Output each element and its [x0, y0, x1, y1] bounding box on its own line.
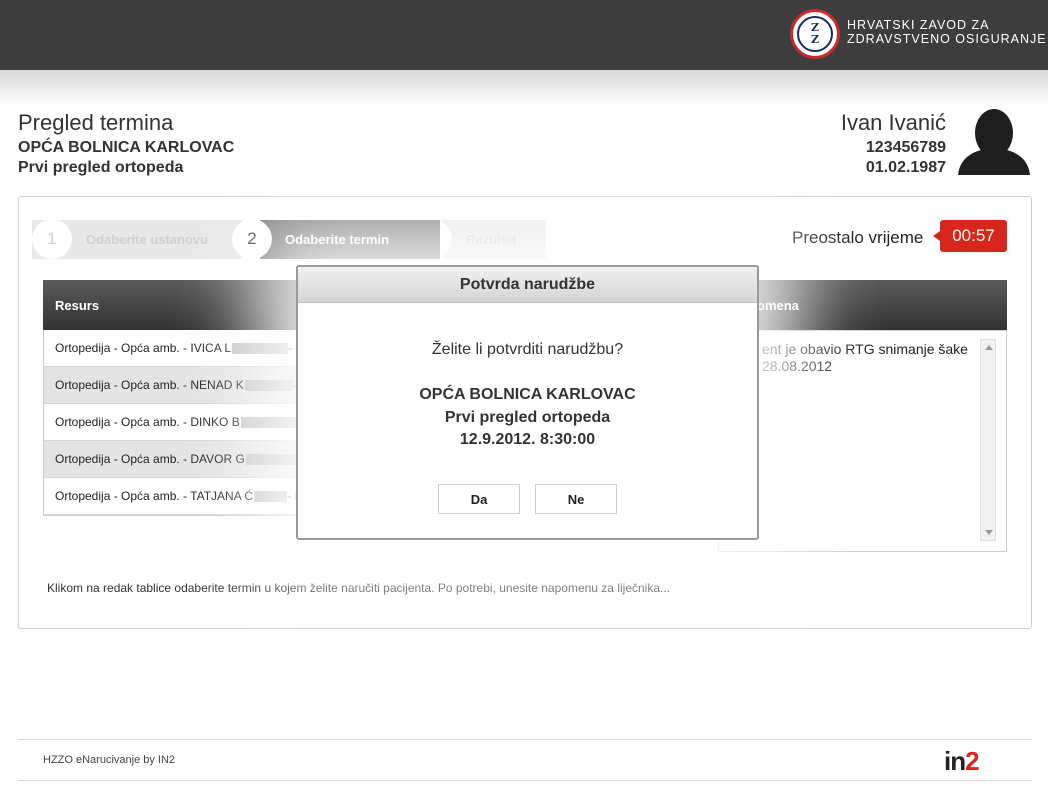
footer-divider-bottom: [18, 780, 1032, 781]
note-scrollbar[interactable]: [980, 339, 996, 541]
dialog-hospital: OPĆA BOLNICA KARLOVAC: [419, 386, 636, 403]
patient-dob: 01.02.1987: [865, 159, 946, 176]
redacted-block: [244, 379, 294, 391]
dialog-title: Potvrda narudžbe: [298, 267, 757, 303]
redacted-block: [232, 342, 289, 354]
step-result: 3 Rezultat: [412, 219, 546, 259]
redacted-block: [240, 416, 297, 428]
scroll-down-arrow-icon[interactable]: [985, 530, 993, 535]
org-name: HRVATSKI ZAVOD ZA ZDRAVSTVENO OSIGURANJE: [847, 18, 1047, 46]
org-name-line1: HRVATSKI ZAVOD ZA: [847, 18, 990, 32]
footer-divider: [18, 739, 1032, 740]
row-text: Ortopedija - Opća amb. - IVICA L: [55, 341, 232, 355]
org-name-line2: ZDRAVSTVENO OSIGURANJE: [847, 32, 1047, 46]
countdown-timer: 00:57: [933, 220, 1007, 252]
confirm-dialog: Potvrda narudžbe Želite li potvrditi nar…: [296, 265, 759, 540]
patient-id: 123456789: [865, 139, 946, 156]
resource-column-header: Resurs: [43, 280, 298, 330]
dialog-question: Želite li potvrditi narudžbu?: [431, 341, 624, 358]
step-number: 1: [32, 219, 72, 259]
row-text: Ortopedija - Opća amb. - DAVOR G: [55, 452, 245, 466]
table-row[interactable]: Ortopedija - Opća amb. - IVICA L -: [44, 330, 298, 367]
table-row[interactable]: Ortopedija - Opća amb. - DAVOR G: [44, 441, 298, 478]
step-label: Odaberite termin: [285, 232, 390, 247]
dialog-datetime: 12.9.2012. 8:30:00: [459, 431, 596, 448]
exam-name: Prvi pregled ortopeda: [18, 159, 184, 176]
scroll-up-arrow-icon[interactable]: [985, 345, 993, 350]
redacted-block: [254, 490, 288, 502]
row-tail: -: [288, 341, 293, 355]
note-text: ent je obavio RTG snimanje šake 28.08.20…: [762, 341, 968, 374]
confirm-no-button[interactable]: Ne: [535, 484, 617, 514]
wizard-steps: 1 Odaberite ustanovu 3 Rezultat 2 Odaber…: [32, 219, 546, 259]
top-bar-shade: [0, 70, 1048, 106]
row-text: Ortopedija - Opća amb. - TATJANA Ć: [55, 489, 254, 503]
table-row[interactable]: Ortopedija - Opća amb. - DINKO B: [44, 404, 298, 441]
confirm-yes-button[interactable]: Da: [438, 484, 520, 514]
row-text: Ortopedija - Opća amb. - DINKO B: [55, 415, 240, 429]
step-label: Rezultat: [466, 232, 517, 247]
instructions-text: Klikom na redak tablice odaberite termin…: [47, 581, 671, 595]
footer-credit: HZZO eNarucivanje by IN2: [43, 754, 176, 766]
in2-logo-in: in: [944, 746, 966, 776]
step-number: 2: [232, 219, 272, 259]
resource-table: Ortopedija - Opća amb. - IVICA L - Ortop…: [43, 330, 298, 516]
table-row[interactable]: Ortopedija - Opća amb. - NENAD K -: [44, 367, 298, 404]
avatar-silhouette-icon: [958, 109, 1030, 175]
step-select-appointment: 2 Odaberite termin: [232, 219, 440, 259]
redacted-block: [245, 453, 298, 465]
page-title: Pregled termina: [18, 110, 174, 135]
row-text: Ortopedija - Opća amb. - NENAD K: [55, 378, 244, 392]
dialog-exam: Prvi pregled ortopeda: [444, 409, 611, 426]
patient-name: Ivan Ivanić: [840, 110, 946, 135]
in2-logo-2: 2: [965, 746, 980, 776]
hzzo-logo: Z Z: [790, 9, 840, 59]
hzzo-logo-emblem: Z Z: [797, 16, 833, 52]
logo-letter-bottom: Z: [810, 33, 820, 46]
step-label: Odaberite ustanovu: [86, 232, 209, 247]
in2-logo: in2: [944, 746, 980, 777]
note-column-header: omena: [757, 280, 1007, 330]
table-row[interactable]: Ortopedija - Opća amb. - TATJANA Ć - I: [44, 478, 298, 515]
hospital-name: OPĆA BOLNICA KARLOVAC: [18, 139, 235, 156]
step-select-institution[interactable]: 1 Odaberite ustanovu: [32, 219, 242, 259]
timer-label: Preostalo vrijeme: [792, 228, 924, 247]
